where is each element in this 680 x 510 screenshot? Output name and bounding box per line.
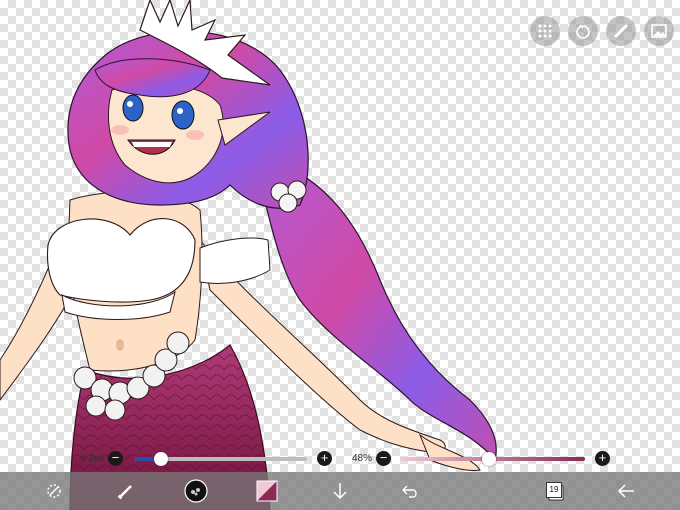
ruler-icon[interactable]: [606, 16, 636, 46]
brush-size-minus-button[interactable]: −: [108, 451, 123, 466]
color-swatch[interactable]: [255, 479, 279, 503]
down-arrow-icon[interactable]: [328, 479, 352, 503]
brush-opacity-label: 48%: [352, 453, 373, 464]
back-icon[interactable]: [614, 479, 638, 503]
brush-icon[interactable]: [114, 479, 138, 503]
brush-size-plus-button[interactable]: +: [317, 451, 332, 466]
brush-opacity-slider[interactable]: [400, 452, 585, 466]
gallery-icon[interactable]: [644, 16, 674, 46]
brush-opacity-minus-button[interactable]: −: [376, 451, 391, 466]
canvas-illustration[interactable]: [0, 0, 680, 510]
brush-sliders: 6.2px − + 48% − +: [0, 450, 680, 468]
brush-size-slider[interactable]: [135, 452, 307, 466]
brush-size-knob[interactable]: [153, 452, 168, 466]
layers-count-button[interactable]: 19: [542, 479, 566, 503]
status-bar: [0, 0, 680, 12]
layers-icon[interactable]: [530, 16, 560, 46]
brush-preview[interactable]: [184, 479, 208, 503]
selection-icon[interactable]: [42, 479, 66, 503]
top-toolbar: [530, 16, 674, 46]
fill-icon[interactable]: [568, 16, 598, 46]
brush-opacity-knob[interactable]: [481, 452, 496, 466]
layers-count: 19: [546, 482, 562, 498]
brush-opacity-plus-button[interactable]: +: [595, 451, 610, 466]
brush-size-label: 6.2px: [80, 453, 105, 464]
bottom-toolbar: 19: [0, 472, 680, 510]
undo-icon[interactable]: [398, 479, 422, 503]
